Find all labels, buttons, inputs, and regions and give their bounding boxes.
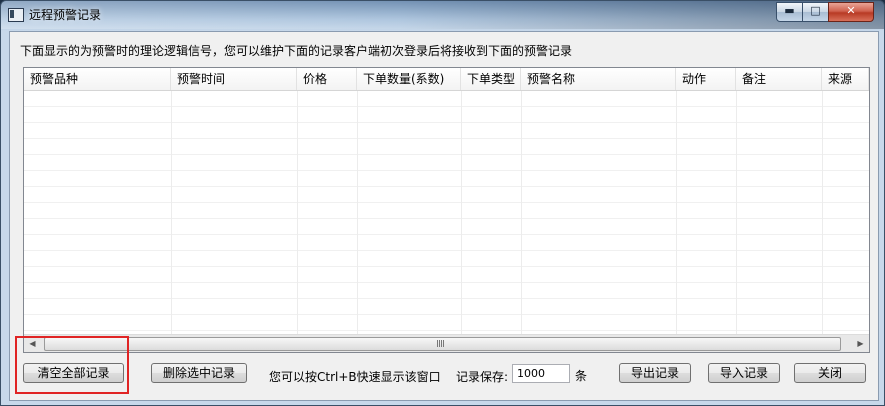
column-header-action[interactable]: 动作	[676, 68, 736, 90]
column-divider	[297, 91, 298, 334]
column-divider	[676, 91, 677, 334]
column-divider	[822, 91, 823, 334]
delete-selected-records-button[interactable]: 删除选中记录	[151, 363, 247, 383]
column-header-remark[interactable]: 备注	[736, 68, 822, 90]
column-header-order-type[interactable]: 下单类型	[461, 68, 521, 90]
title-bar[interactable]: 远程预警记录 ▬ □ ✕	[1, 1, 884, 29]
horizontal-scrollbar[interactable]: ◀ ▶	[24, 334, 869, 352]
table-header: 预警品种 预警时间 价格 下单数量(系数) 下单类型 预警名称 动作 备注 来源	[24, 68, 869, 91]
column-header-price[interactable]: 价格	[297, 68, 357, 90]
scroll-right-icon[interactable]: ▶	[852, 335, 869, 352]
keep-records-input[interactable]	[512, 364, 570, 383]
column-divider	[736, 91, 737, 334]
column-divider	[521, 91, 522, 334]
minimize-button[interactable]: ▬	[776, 2, 803, 22]
keep-records-label: 记录保存:	[456, 370, 509, 384]
scrollbar-grip-icon	[437, 340, 444, 347]
column-header-time[interactable]: 预警时间	[171, 68, 297, 90]
column-divider	[357, 91, 358, 334]
import-records-button[interactable]: 导入记录	[708, 363, 780, 383]
window-title: 远程预警记录	[29, 8, 102, 22]
column-header-alert-name[interactable]: 预警名称	[521, 68, 676, 90]
export-records-button[interactable]: 导出记录	[619, 363, 691, 383]
window-app-icon	[8, 8, 24, 22]
dialog-client-area: 下面显示的为预警时的理论逻辑信号，您可以维护下面的记录客户端初次登录后将接收到下…	[9, 31, 879, 401]
column-header-quantity[interactable]: 下单数量(系数)	[357, 68, 461, 90]
close-button[interactable]: 关闭	[794, 363, 866, 383]
table-body[interactable]	[24, 91, 869, 334]
keep-records-unit: 条	[575, 369, 588, 383]
column-header-symbol[interactable]: 预警品种	[24, 68, 171, 90]
close-window-button[interactable]: ✕	[828, 2, 874, 22]
shortcut-hint-text: 您可以按Ctrl+B快速显示该窗口	[269, 370, 441, 384]
alert-records-table[interactable]: 预警品种 预警时间 价格 下单数量(系数) 下单类型 预警名称 动作 备注 来源…	[23, 67, 870, 353]
scrollbar-thumb[interactable]	[44, 337, 841, 351]
remote-alert-records-window: 远程预警记录 ▬ □ ✕ 下面显示的为预警时的理论逻辑信号，您可以维护下面的记录…	[0, 0, 885, 406]
column-header-source[interactable]: 来源	[822, 68, 869, 90]
column-divider	[461, 91, 462, 334]
maximize-button[interactable]: □	[802, 2, 829, 22]
info-text: 下面显示的为预警时的理论逻辑信号，您可以维护下面的记录客户端初次登录后将接收到下…	[20, 44, 573, 58]
clear-all-records-button[interactable]: 清空全部记录	[23, 363, 124, 383]
column-divider	[171, 91, 172, 334]
